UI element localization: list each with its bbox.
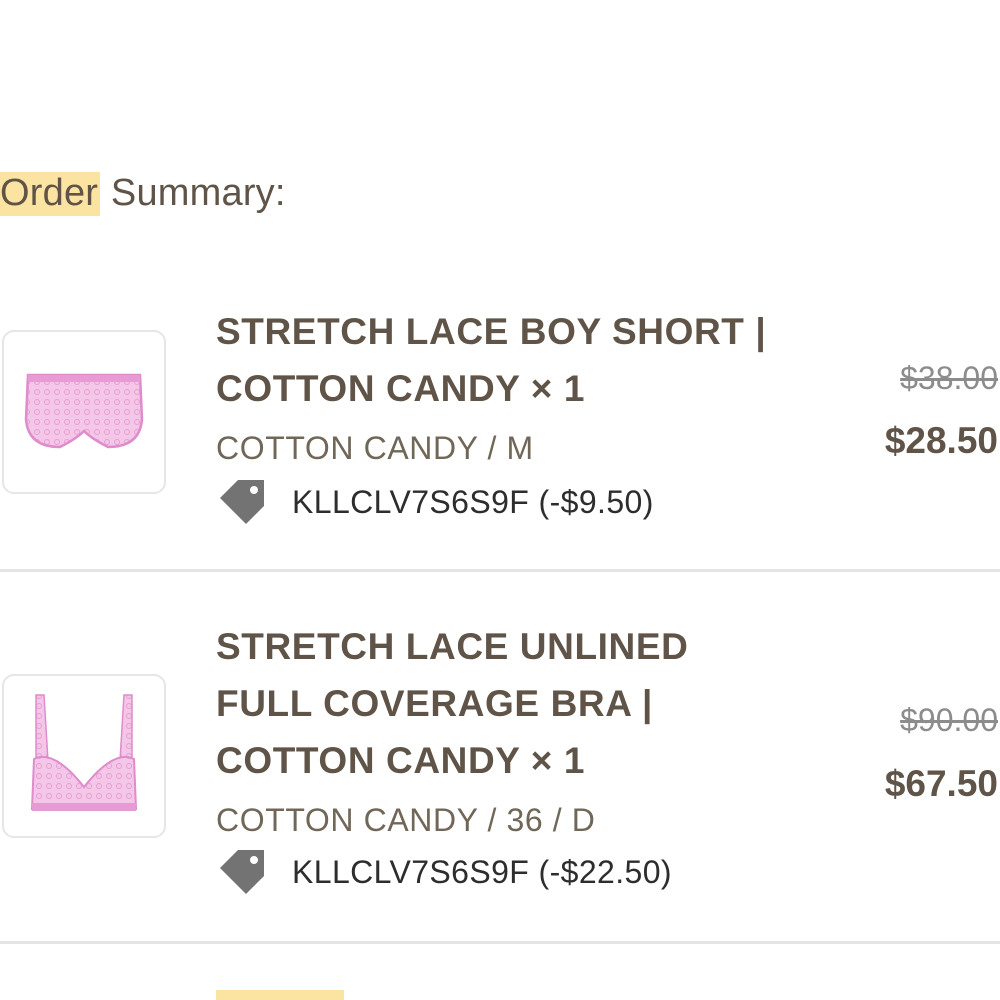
discount-code: KLLCLV7S6S9F (-$9.50) [292, 483, 654, 520]
product-variant: COTTON CANDY / 36 / D [216, 802, 596, 838]
product-title[interactable]: STRETCH LACE UNLINED FULL COVERAGE BRA |… [216, 618, 688, 789]
original-price: $38.00 [900, 360, 998, 396]
order-summary-page: Order Summary: STRETCH LACE BOY SHORT | … [0, 0, 1000, 1000]
product-title-line: STRETCH LACE UNLINED [216, 626, 689, 667]
heading-rest: Summary: [100, 172, 286, 214]
final-price: $67.50 [884, 763, 998, 804]
product-title-line: COTTON CANDY × 1 [216, 740, 586, 781]
product-title[interactable]: STRETCH LACE BOY SHORT | COTTON CANDY × … [216, 303, 766, 417]
next-section-highlight [216, 990, 344, 1000]
highlighted-word: Order [0, 172, 101, 216]
divider [0, 569, 1000, 572]
price-tag-icon [220, 480, 264, 524]
price-tag-icon [220, 850, 264, 894]
divider [0, 941, 1000, 944]
discount-row: KLLCLV7S6S9F (-$22.50) [216, 846, 672, 898]
order-summary-heading: Order Summary: [0, 172, 286, 216]
product-title-line: STRETCH LACE BOY SHORT | [216, 311, 767, 352]
discount-code: KLLCLV7S6S9F (-$22.50) [292, 853, 672, 890]
original-price: $90.00 [900, 702, 998, 738]
product-title-line: FULL COVERAGE BRA | [216, 683, 653, 724]
bra-image-icon [30, 694, 138, 811]
final-price: $28.50 [884, 420, 998, 461]
discount-row: KLLCLV7S6S9F (-$9.50) [216, 476, 654, 528]
product-title-line: COTTON CANDY × 1 [216, 368, 586, 409]
product-thumbnail[interactable] [2, 330, 166, 494]
product-variant: COTTON CANDY / M [216, 430, 534, 466]
product-thumbnail[interactable] [2, 674, 166, 838]
boy-short-image-icon [24, 373, 144, 449]
